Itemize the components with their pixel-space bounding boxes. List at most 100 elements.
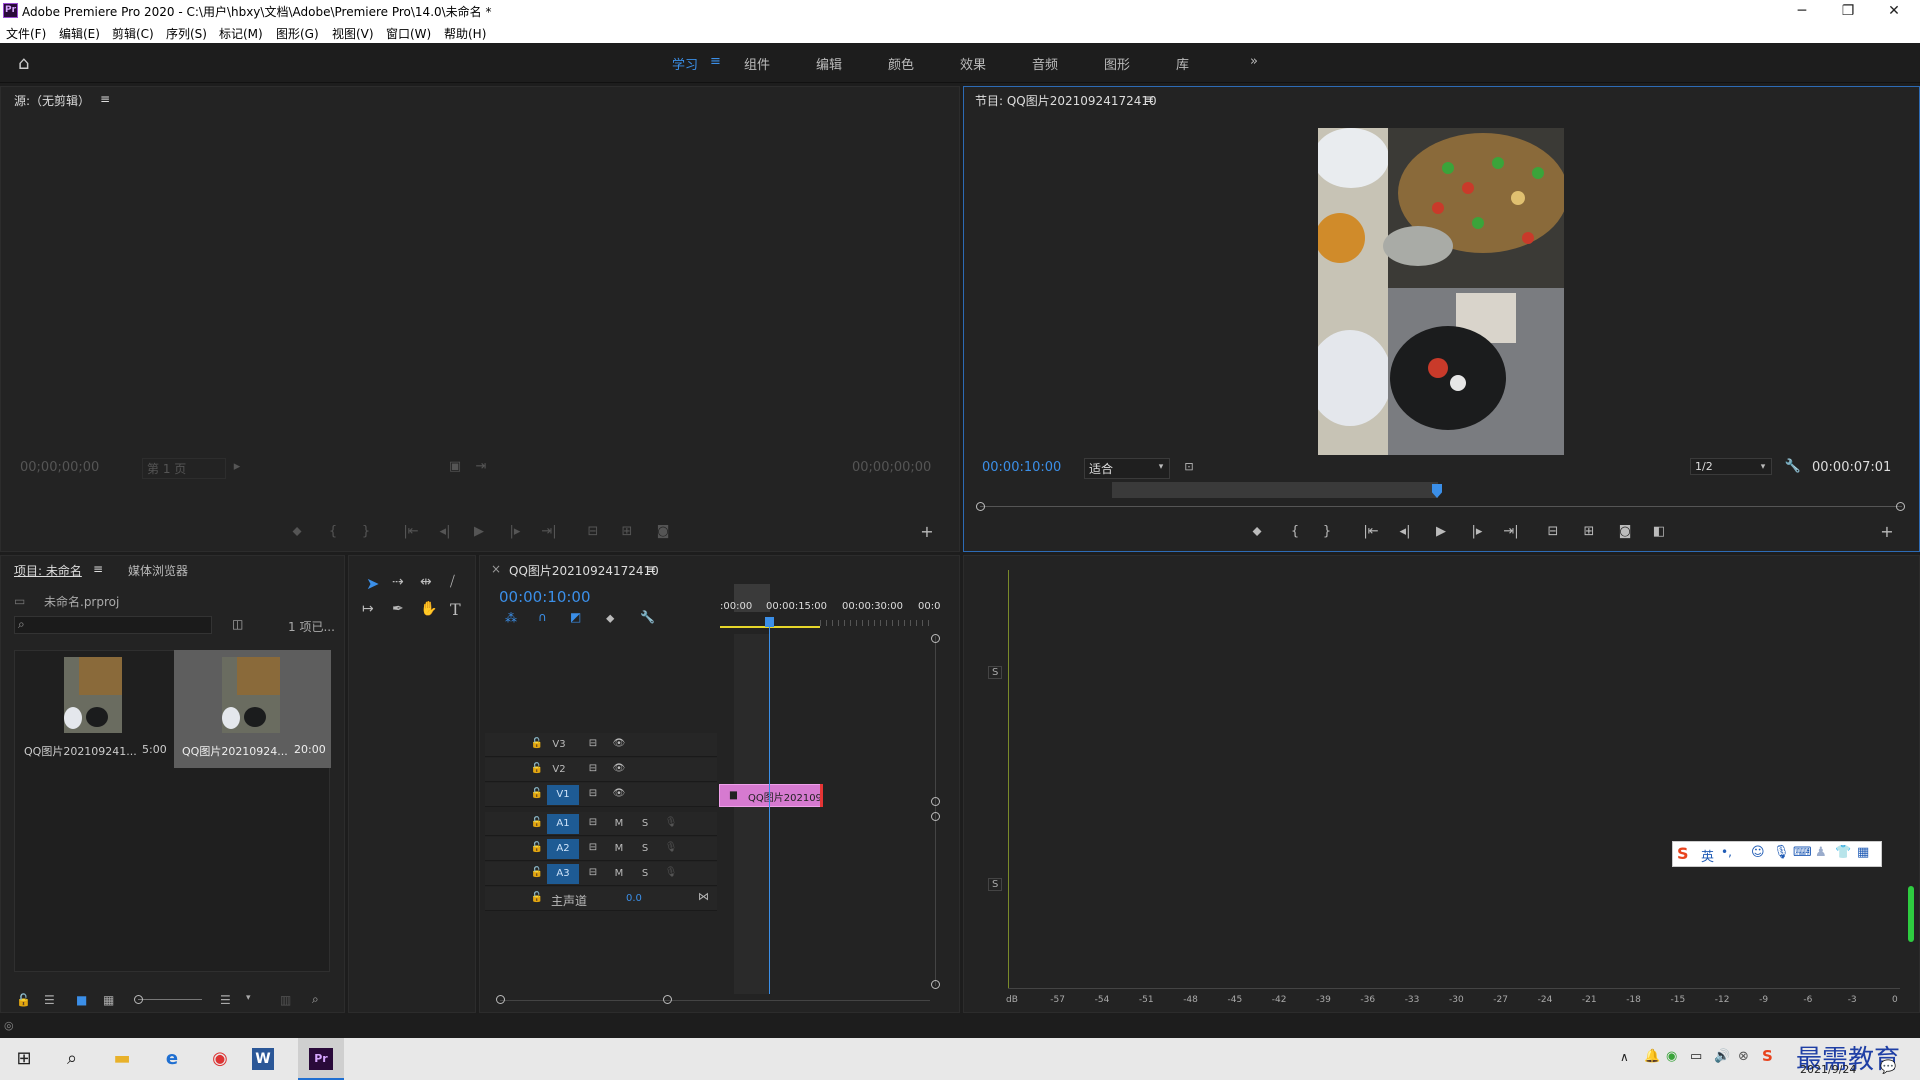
ime-language-toggle[interactable]: 英 <box>1701 846 1714 865</box>
source-step-back-icon[interactable]: ◂| <box>434 523 456 541</box>
program-add-button-icon[interactable]: + <box>1876 523 1898 541</box>
ime-voice-icon[interactable]: 🎙 <box>1773 845 1790 860</box>
program-timecode[interactable]: 00:00:10:00 <box>982 460 1061 475</box>
program-step-back-icon[interactable]: ◂| <box>1394 523 1416 541</box>
menu-graphics[interactable]: 图形(G) <box>276 25 319 42</box>
tab-media-browser[interactable]: 媒体浏览器 <box>128 562 188 579</box>
vscroll-handle-lower[interactable] <box>931 812 940 821</box>
a2-mic-icon[interactable]: 🎙 <box>663 842 679 853</box>
add-marker-icon[interactable]: ⬥ <box>606 611 614 626</box>
project-panel-menu-icon[interactable]: ≡ <box>93 562 103 576</box>
hscroll-handle-right[interactable] <box>663 995 672 1004</box>
slip-tool-icon[interactable]: ↦ <box>362 601 374 617</box>
hscroll-handle-left[interactable] <box>496 995 505 1004</box>
source-play-icon[interactable]: ▶ <box>468 523 490 541</box>
chrome-browser-icon[interactable]: ◉ <box>202 1043 238 1075</box>
ime-toolbox-icon[interactable]: ▦ <box>1857 845 1869 860</box>
menu-help[interactable]: 帮助(H) <box>444 25 486 42</box>
a2-track-label[interactable]: A2 <box>547 839 579 859</box>
timeline-timecode[interactable]: 00:00:10:00 <box>499 588 591 606</box>
program-panel-menu-icon[interactable]: ≡ <box>1144 92 1154 106</box>
source-marker-icon[interactable]: ⬥ <box>286 523 308 541</box>
meter-solo-left-button[interactable]: S <box>988 666 1003 679</box>
program-compare-icon[interactable]: ◧ <box>1648 523 1670 541</box>
a1-mic-icon[interactable]: 🎙 <box>663 817 679 828</box>
taskbar-date[interactable]: 2021/9/24 <box>1800 1063 1856 1076</box>
thumbnail-size-slider[interactable] <box>138 999 202 1000</box>
a3-lock-icon[interactable]: 🔓 <box>529 867 545 878</box>
freeform-view-icon[interactable]: ▦ <box>103 993 114 1007</box>
meter-solo-right-button[interactable]: S <box>988 878 1003 891</box>
program-export-frame-icon[interactable]: ◙ <box>1614 523 1636 541</box>
tray-action-center-icon[interactable]: 💬 <box>1880 1060 1896 1075</box>
source-go-to-in-icon[interactable]: |⇤ <box>400 523 422 541</box>
new-bin-icon[interactable]: ◫ <box>232 617 243 631</box>
tray-notification-icon[interactable]: 🔔 <box>1644 1049 1660 1064</box>
vscroll-handle-mid[interactable] <box>931 797 940 806</box>
ime-user-icon[interactable]: ♟ <box>1815 845 1827 860</box>
linked-selection-icon[interactable]: ◩ <box>570 610 581 624</box>
v1-sync-icon[interactable]: ⊟ <box>585 788 601 799</box>
source-step-forward-icon[interactable]: |▸ <box>504 523 526 541</box>
close-button[interactable]: ✕ <box>1872 0 1916 22</box>
menu-file[interactable]: 文件(F) <box>6 25 46 42</box>
a1-lock-icon[interactable]: 🔓 <box>529 817 545 828</box>
project-item-1[interactable]: QQ图片202109241... 5:00 <box>16 652 171 767</box>
source-go-to-out-icon[interactable]: ⇥| <box>538 523 560 541</box>
program-step-forward-icon[interactable]: |▸ <box>1466 523 1488 541</box>
ime-keyboard-icon[interactable]: ⌨ <box>1793 845 1812 860</box>
nest-sequence-icon[interactable]: ⁂ <box>505 611 517 625</box>
menu-sequence[interactable]: 序列(S) <box>166 25 207 42</box>
source-mark-out-icon[interactable]: } <box>355 523 377 541</box>
source-export-frame-icon[interactable]: ◙ <box>652 523 674 541</box>
vscroll-handle-top[interactable] <box>931 634 940 643</box>
workspace-menu-icon[interactable]: ≡ <box>710 54 721 69</box>
sort-chevron-down-icon[interactable]: ▾ <box>246 993 251 1003</box>
program-extract-icon[interactable]: ⊞ <box>1578 523 1600 541</box>
workspace-editing[interactable]: 编辑 <box>816 54 842 73</box>
program-lift-icon[interactable]: ⊟ <box>1542 523 1564 541</box>
ime-punctuation-icon[interactable]: •, <box>1721 845 1732 859</box>
menu-edit[interactable]: 编辑(E) <box>59 25 100 42</box>
program-play-icon[interactable]: ▶ <box>1430 523 1452 541</box>
find-icon[interactable]: ⌕ <box>312 992 319 1007</box>
workspace-learning[interactable]: 学习 <box>672 54 698 73</box>
workspace-more-button[interactable]: » <box>1250 54 1258 69</box>
type-tool-icon[interactable]: T <box>450 600 461 619</box>
razor-tool-icon[interactable]: ⧸ <box>450 574 455 590</box>
source-mark-in-icon[interactable]: { <box>322 523 344 541</box>
a1-mute-button[interactable]: M <box>611 818 627 829</box>
ime-emoji-icon[interactable]: ☺ <box>1751 845 1765 860</box>
source-overwrite-icon[interactable]: ⊞ <box>616 523 638 541</box>
source-add-button-icon[interactable]: + <box>916 523 938 541</box>
project-item-2[interactable]: QQ图片20210924... 20:00 <box>174 650 331 768</box>
hand-tool-icon[interactable]: ✋ <box>420 601 437 617</box>
resolution-chevron-down-icon[interactable]: ▾ <box>1752 458 1774 476</box>
thumbnail-size-handle[interactable] <box>134 995 143 1004</box>
pen-tool-icon[interactable]: ✒ <box>392 601 404 617</box>
list-view-icon[interactable]: ☰ <box>44 993 55 1007</box>
v1-lock-icon[interactable]: 🔓 <box>529 788 545 799</box>
sogou-logo-icon[interactable]: S <box>1677 844 1689 863</box>
a3-solo-button[interactable]: S <box>637 868 653 879</box>
taskbar-search-icon[interactable]: ⌕ <box>54 1043 90 1075</box>
v1-track-label[interactable]: V1 <box>547 785 579 805</box>
menu-view[interactable]: 视图(V) <box>332 25 374 42</box>
menu-marker[interactable]: 标记(M) <box>219 25 263 42</box>
tray-volume-icon[interactable]: 🔊 <box>1714 1049 1730 1064</box>
home-icon[interactable]: ⌂ <box>18 53 29 74</box>
project-search-input[interactable] <box>14 616 212 634</box>
snap-magnet-icon[interactable]: ∩ <box>538 610 547 624</box>
timeline-close-icon[interactable]: × <box>491 562 501 576</box>
a2-lock-icon[interactable]: 🔓 <box>529 842 545 853</box>
program-mark-in-icon[interactable]: { <box>1284 523 1306 541</box>
tray-ime-mode-icon[interactable]: ⊗ <box>1738 1049 1749 1064</box>
source-page-next-icon[interactable]: ▸ <box>226 458 248 476</box>
automate-icon[interactable]: ▥ <box>280 993 291 1007</box>
master-volume-value[interactable]: 0.0 <box>626 893 642 904</box>
tray-sogou-icon[interactable]: S <box>1762 1047 1773 1065</box>
program-go-to-out-icon[interactable]: ⇥| <box>1500 523 1522 541</box>
program-zoom-start-handle[interactable] <box>976 502 985 511</box>
file-explorer-icon[interactable]: ▬ <box>104 1043 140 1075</box>
workspace-assembly[interactable]: 组件 <box>744 54 770 73</box>
